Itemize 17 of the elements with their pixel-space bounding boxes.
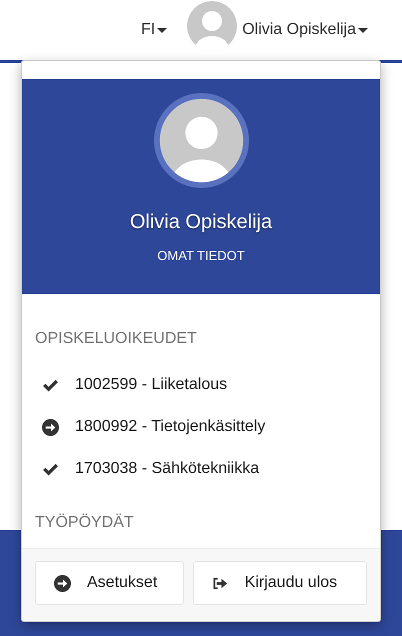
caret-icon [157,28,168,32]
language-dropdown[interactable]: FI [140,21,168,39]
caret-icon [358,28,368,32]
profile-name: Olivia Opiskelija [130,211,272,234]
section-title: TYÖPÖYDÄT [35,514,135,532]
study-right-link[interactable]: 1002599 - Liiketalous [75,376,228,394]
settings-button[interactable]: Asetukset [35,561,184,605]
avatar-icon[interactable] [187,1,238,51]
arrow-circle-icon [54,574,71,592]
avatar-icon [154,93,248,188]
study-right-link[interactable]: 1703038 - Sähkötekniikka [75,460,260,478]
arrow-circle-icon [42,418,59,436]
user-menu-button[interactable]: Olivia Opiskelija [242,21,368,39]
study-right-link[interactable]: 1800992 - Tietojenkäsittely [75,418,266,436]
profile-link[interactable]: OMAT TIEDOT [157,248,245,263]
logout-button[interactable]: Kirjaudu ulos [192,561,367,605]
section-title: OPISKELUOIKEUDET [35,330,198,348]
